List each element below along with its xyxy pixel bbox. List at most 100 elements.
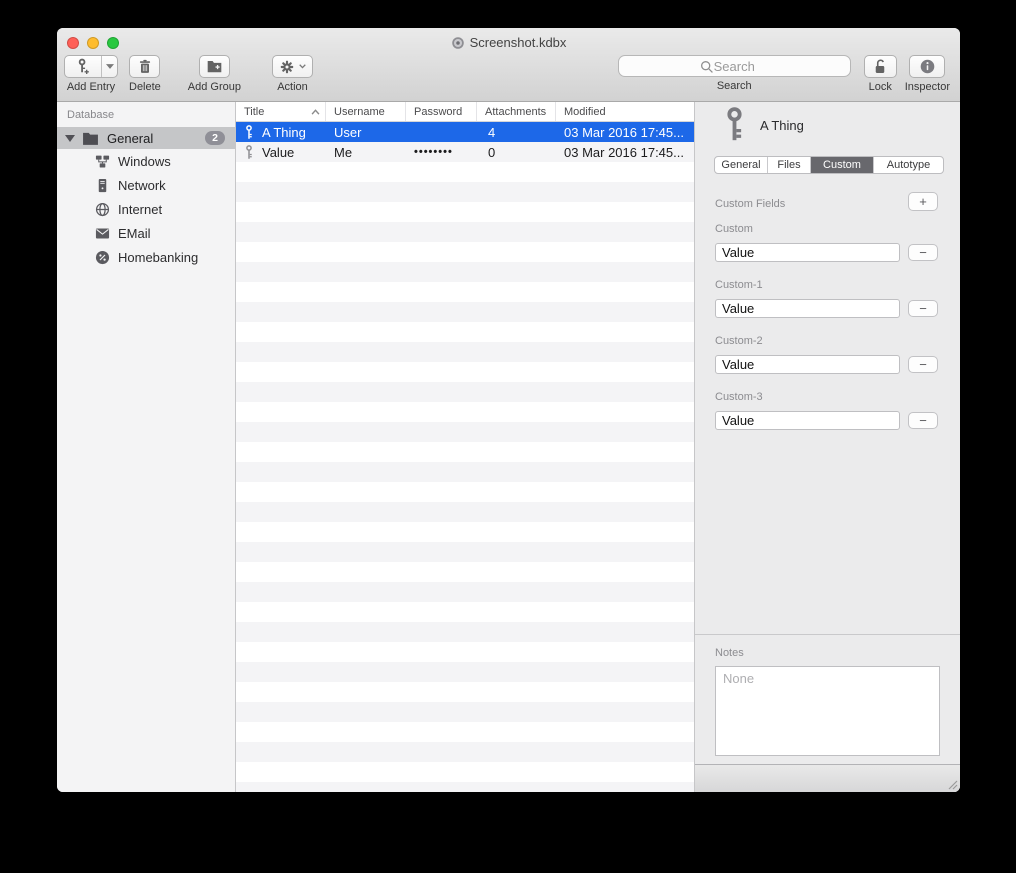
- chevron-down-icon: [299, 64, 306, 69]
- notes-textarea[interactable]: [715, 666, 940, 756]
- tab-files[interactable]: Files: [767, 157, 810, 173]
- inspector-label: Inspector: [905, 81, 950, 93]
- action-button[interactable]: [272, 55, 313, 78]
- column-header-username[interactable]: Username: [326, 102, 406, 121]
- remove-custom-field-button[interactable]: −: [908, 244, 938, 261]
- resize-grip[interactable]: [946, 778, 958, 790]
- tab-autotype-label: Autotype: [887, 159, 930, 171]
- delete-group: Delete: [129, 55, 161, 93]
- entry-row-a-thing[interactable]: A Thing User 4 03 Mar 2016 17:45...: [236, 122, 694, 142]
- sidebar: Database General 2 Windows: [57, 102, 236, 792]
- server-icon: [95, 178, 110, 193]
- inspector-toggle-button[interactable]: [909, 55, 945, 78]
- sidebar-group-homebanking[interactable]: Homebanking: [57, 245, 235, 269]
- inspector-entry-title: A Thing: [760, 118, 804, 133]
- sidebar-item-label: Windows: [118, 154, 171, 169]
- column-header-password[interactable]: Password: [406, 102, 477, 121]
- custom-field-label: Custom-2: [715, 335, 763, 347]
- custom-field-label: Custom: [715, 223, 753, 235]
- search-label: Search: [717, 80, 752, 92]
- info-icon: [919, 58, 936, 75]
- custom-field-label: Custom-3: [715, 391, 763, 403]
- tab-custom[interactable]: Custom: [810, 157, 873, 173]
- custom-field-input[interactable]: [715, 411, 900, 430]
- sidebar-group-email[interactable]: EMail: [57, 221, 235, 245]
- dropdown-arrow-icon: [106, 64, 114, 69]
- tab-custom-label: Custom: [823, 159, 861, 171]
- key-icon: [243, 125, 255, 140]
- entry-modified: 03 Mar 2016 17:45...: [556, 125, 694, 140]
- remove-custom-field-button[interactable]: −: [908, 412, 938, 429]
- sidebar-group-label: General: [107, 131, 153, 146]
- entry-table-header: Title Username Password Attachments Modi…: [236, 102, 694, 122]
- minus-icon: −: [919, 413, 927, 429]
- entry-list: Title Username Password Attachments Modi…: [236, 102, 695, 792]
- lock-label: Lock: [869, 81, 892, 93]
- percent-icon: [95, 250, 110, 265]
- entry-attachments: 0: [477, 145, 556, 160]
- column-header-modified[interactable]: Modified: [556, 102, 694, 121]
- sidebar-item-label: Internet: [118, 202, 162, 217]
- minus-icon: −: [919, 301, 927, 317]
- add-entry-dropdown-segment[interactable]: [101, 56, 117, 77]
- notes-section-divider: [695, 634, 960, 635]
- envelope-icon: [95, 226, 110, 241]
- sidebar-group-network[interactable]: Network: [57, 173, 235, 197]
- tab-files-label: Files: [777, 159, 800, 171]
- disclosure-triangle-icon[interactable]: [65, 135, 75, 142]
- column-header-modified-label: Modified: [564, 106, 606, 118]
- lock-button[interactable]: [864, 55, 897, 78]
- search-input[interactable]: [619, 56, 850, 76]
- globe-icon: [95, 202, 110, 217]
- custom-field-input[interactable]: [715, 299, 900, 318]
- window-title: Screenshot.kdbx: [470, 35, 567, 50]
- entry-rows: A Thing User 4 03 Mar 2016 17:45...: [236, 122, 694, 792]
- entry-password: ••••••••: [406, 146, 477, 158]
- add-group-button[interactable]: [199, 55, 230, 78]
- entry-key-icon: [721, 107, 748, 143]
- delete-button[interactable]: [129, 55, 160, 78]
- sidebar-item-label: Homebanking: [118, 250, 198, 265]
- entry-count-badge: 2: [205, 131, 225, 145]
- search-group: Search: [618, 55, 851, 92]
- sidebar-group-general[interactable]: General 2: [57, 127, 235, 149]
- add-entry-label: Add Entry: [67, 81, 115, 93]
- add-group-group: Add Group: [188, 55, 241, 93]
- plus-icon: +: [919, 194, 927, 210]
- remove-custom-field-button[interactable]: −: [908, 300, 938, 317]
- add-entry-button[interactable]: [64, 55, 118, 78]
- remove-custom-field-button[interactable]: −: [908, 356, 938, 373]
- column-header-title[interactable]: Title: [236, 102, 326, 121]
- document-proxy-icon: [451, 36, 465, 50]
- tab-autotype[interactable]: Autotype: [873, 157, 943, 173]
- custom-field-input[interactable]: [715, 355, 900, 374]
- folder-icon: [82, 131, 99, 146]
- entry-modified: 03 Mar 2016 17:45...: [556, 145, 694, 160]
- key-icon: [243, 145, 255, 160]
- search-field[interactable]: [618, 55, 851, 77]
- entry-row-value[interactable]: Value Me •••••••• 0 03 Mar 2016 17:45...: [236, 142, 694, 162]
- inspector-panel: A Thing General Files Custom Autotype Cu…: [695, 102, 960, 792]
- add-entry-main-segment[interactable]: [65, 56, 101, 77]
- inspector-group: Inspector: [905, 55, 950, 93]
- minus-icon: −: [919, 357, 927, 373]
- custom-field-label: Custom-1: [715, 279, 763, 291]
- column-header-attachments-label: Attachments: [485, 106, 546, 118]
- action-group: Action: [272, 55, 313, 93]
- window-title-area: Screenshot.kdbx: [57, 35, 960, 50]
- sidebar-item-label: Network: [118, 178, 166, 193]
- entry-title: Value: [262, 145, 294, 160]
- add-custom-field-button[interactable]: +: [908, 192, 938, 211]
- lock-group: Lock: [864, 55, 897, 93]
- sidebar-group-internet[interactable]: Internet: [57, 197, 235, 221]
- notes-label: Notes: [715, 647, 744, 659]
- add-group-label: Add Group: [188, 81, 241, 93]
- sidebar-group-windows[interactable]: Windows: [57, 149, 235, 173]
- column-header-title-label: Title: [244, 106, 264, 118]
- tab-general[interactable]: General: [715, 157, 767, 173]
- windows-network-icon: [95, 154, 110, 169]
- column-header-attachments[interactable]: Attachments: [477, 102, 556, 121]
- entry-username: User: [326, 125, 406, 140]
- tab-general-label: General: [721, 159, 760, 171]
- custom-field-input[interactable]: [715, 243, 900, 262]
